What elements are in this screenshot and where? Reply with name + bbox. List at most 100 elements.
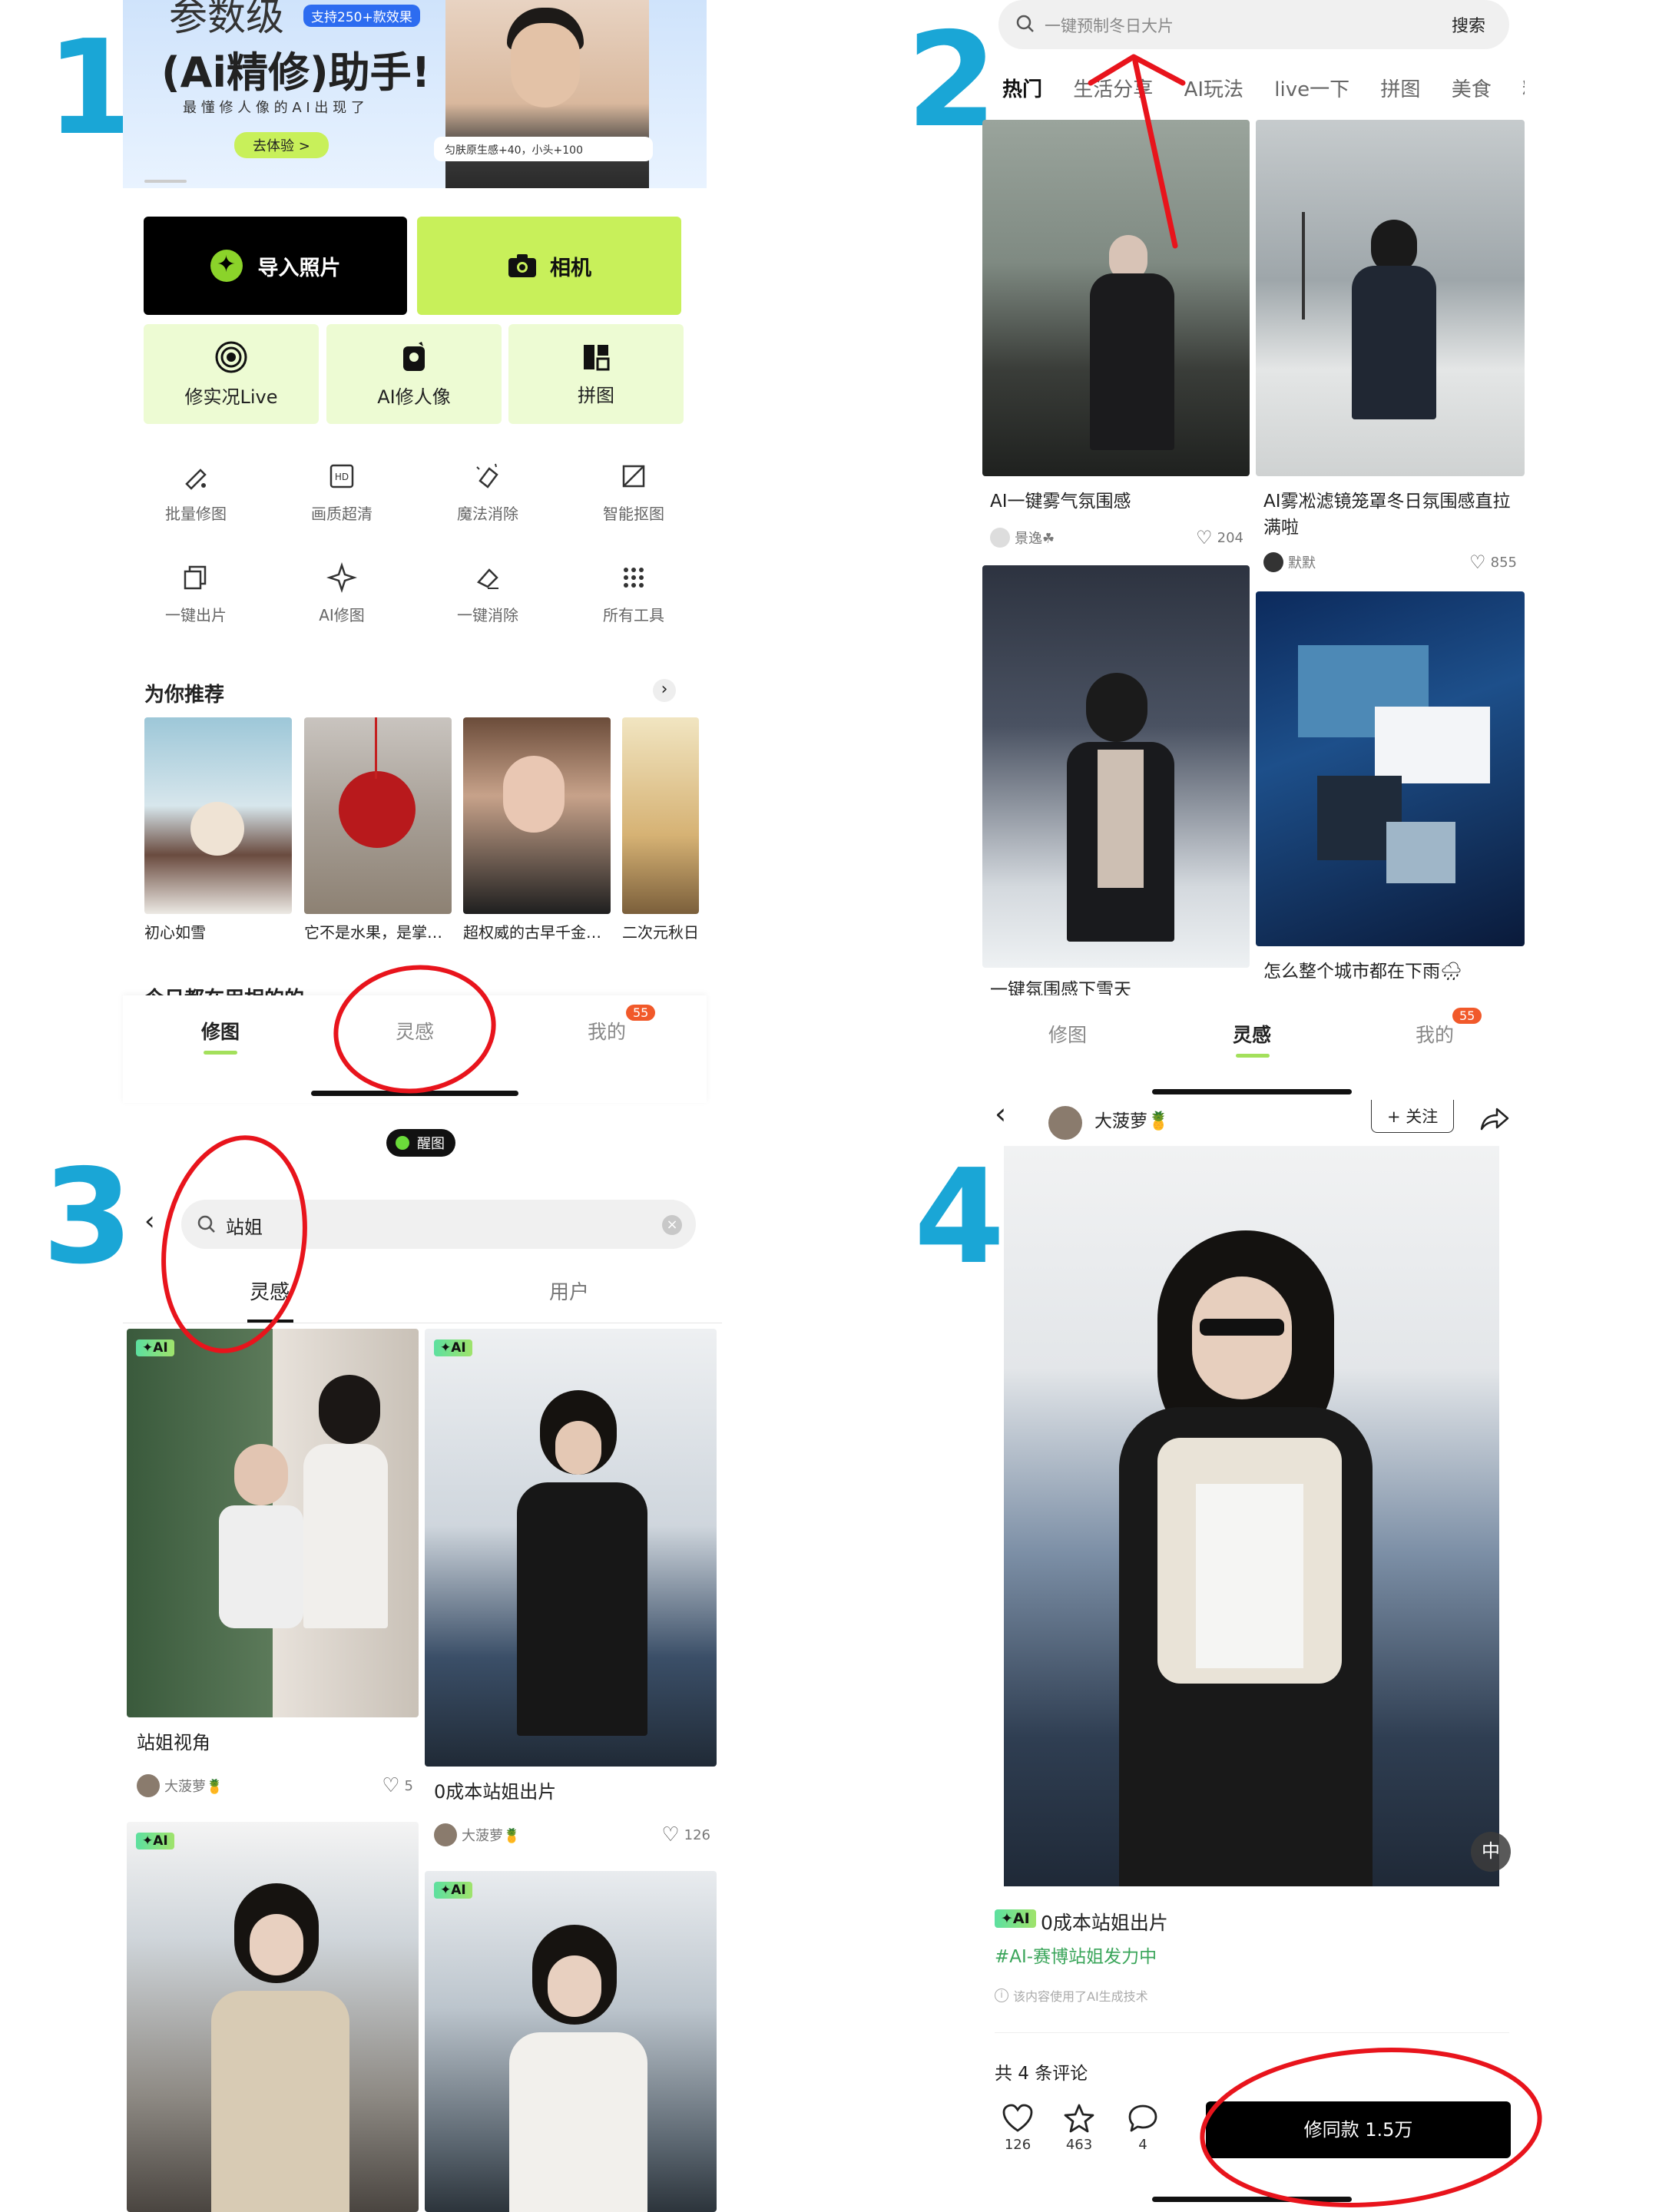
feed-card-title-3: 一键氛围感下雪天 [990,980,1131,995]
panel-inspiration: 一键预制冬日大片 搜索 热门 生活分享 AI玩法 live一下 拼图 美食 粉丝… [979,0,1548,1106]
banner-badge: 支持250+款效果 [303,5,420,27]
result-card-image-3[interactable]: ✦AI [127,1822,419,2212]
feed-card-image-3[interactable] [982,565,1250,968]
grid-icon [624,568,644,588]
search-submit-button[interactable]: 搜索 [1452,12,1485,37]
author-name[interactable]: 大菠萝🍍 [1094,1106,1170,1132]
comment-count: 4 [1138,2137,1147,2153]
tab-mine[interactable]: 我的 [588,1017,626,1045]
result-card-user-1: 大菠萝🍍 [164,1779,224,1795]
back-button[interactable]: ‹ [995,1097,1006,1131]
result-card-image-2[interactable]: ✦AI [425,1329,717,1767]
rec-image-3[interactable] [463,717,611,914]
ai-portrait-button[interactable]: AI修人像 [326,324,502,424]
heart-icon[interactable]: ♡ [382,1774,399,1797]
tool-cutout[interactable]: 智能抠图 [561,461,707,524]
ai-disclaimer: i 该内容使用了AI生成技术 [995,1986,1148,2005]
tool-one-click[interactable]: 一键出片 [123,562,269,625]
result-card-image-1[interactable]: ✦AI [127,1329,419,1717]
panel-home: 参数级 支持250+款效果 (Ai精修)助手! 最 懂 修 人 像 的 A I … [123,0,707,1106]
home-indicator [1152,2197,1352,2202]
tab-mine[interactable]: 我的 [1416,1020,1454,1048]
panel-post-detail: ‹ 大菠萝🍍 + 关注 中 ✦AI 0成本站姐出片 #AI-赛博站姐发力中 i … [987,1091,1555,2212]
favorite-count: 463 [1065,2137,1093,2153]
banner-title-line1: 参数级 [169,0,284,39]
tool-all-label: 所有工具 [603,606,664,624]
tab-ai-play[interactable]: AI玩法 [1184,78,1243,101]
sparkle-icon [326,562,357,593]
rec-label-4: 二次元秋日 [622,923,699,942]
back-button[interactable]: ‹ [144,1206,155,1237]
feed-card-title-1: AI一键雾气氛围感 [990,492,1131,512]
tab-edit[interactable]: 修图 [1048,1020,1087,1048]
post-image[interactable] [1004,1146,1499,1886]
plus-icon: ✦ [210,250,243,282]
like-count: 126 [1004,2137,1031,2153]
tab-inspiration-underline [1236,1054,1270,1058]
search-bar[interactable]: 一键预制冬日大片 搜索 [998,0,1509,49]
result-card-image-4[interactable]: ✦AI [425,1871,717,2212]
tab-live[interactable]: live一下 [1274,78,1349,101]
banner-cta-button[interactable]: 去体验 > [234,132,329,158]
live-edit-button[interactable]: 修实况Live [144,324,319,424]
comment-icon [1128,2104,1157,2132]
rec-image-4[interactable] [622,717,699,914]
recommend-more-button[interactable]: › [653,679,676,702]
collage-button[interactable]: 拼图 [508,324,684,424]
app-pill: 醒图 [386,1129,455,1157]
tab-users[interactable]: 用户 [549,1277,589,1305]
step-number-3: 3 [42,1141,134,1293]
post-hashtag[interactable]: #AI-赛博站姐发力中 [995,1942,1157,1968]
follow-button[interactable]: + 关注 [1371,1100,1455,1133]
feed-card-image-4[interactable] [1256,591,1525,946]
translate-button[interactable]: 中 [1471,1832,1511,1872]
tab-collage[interactable]: 拼图 [1380,78,1420,101]
tab-fans[interactable]: 粉丝 [1522,78,1525,101]
author-avatar[interactable] [1048,1106,1082,1140]
rec-image-1[interactable] [144,717,292,914]
tab-edit[interactable]: 修图 [201,1017,240,1045]
category-tabs: 热门 生活分享 AI玩法 live一下 拼图 美食 粉丝 [1002,74,1525,104]
panel-search-results: 醒图 ‹ 站姐 × 灵感 用户 ✦AI 站姐视角 大菠萝🍍 ♡ 5 ✦AI 0成… [123,1106,737,2212]
result-card-likes-2: 126 [684,1826,710,1843]
comment-button[interactable]: 4 [1124,2103,1162,2153]
tab-life[interactable]: 生活分享 [1073,78,1153,101]
import-photo-label: 导入照片 [257,256,341,280]
tab-inspiration[interactable]: 灵感 [396,1017,434,1045]
feed-card-image-2[interactable] [1256,120,1525,476]
share-icon[interactable] [1479,1106,1511,1132]
clear-icon[interactable]: × [662,1215,682,1235]
tool-batch-edit-label: 批量修图 [165,505,227,523]
feed-card-image-1[interactable] [982,120,1250,476]
like-button[interactable]: 126 [998,2103,1037,2153]
favorite-button[interactable]: 463 [1060,2103,1098,2153]
cutout-icon [622,465,645,488]
post-title: 0成本站姐出片 [1041,1912,1168,1934]
tool-magic-erase[interactable]: 魔法消除 [415,461,561,524]
bottom-nav: 修图 灵感 我的 55 [123,995,707,1103]
app-pill-dot [396,1136,409,1150]
apply-template-button[interactable]: 修同款 1.5万 [1206,2101,1511,2158]
camera-button[interactable]: 相机 [417,217,681,315]
search-input[interactable]: 站姐 × [181,1200,696,1249]
ai-disclaimer-text: 该内容使用了AI生成技术 [1013,1989,1148,2004]
tool-hd[interactable]: HD 画质超清 [269,461,415,524]
import-photo-button[interactable]: ✦ 导入照片 [144,217,407,315]
tab-inspiration[interactable]: 灵感 [250,1277,290,1305]
tab-inspiration[interactable]: 灵感 [1233,1020,1271,1048]
heart-icon[interactable]: ♡ [661,1823,679,1846]
tab-hot[interactable]: 热门 [1002,78,1042,101]
promo-banner[interactable]: 参数级 支持250+款效果 (Ai精修)助手! 最 懂 修 人 像 的 A I … [123,0,707,188]
tab-food[interactable]: 美食 [1452,78,1492,101]
rec-image-2[interactable] [304,717,452,914]
heart-icon[interactable]: ♡ [1469,551,1486,573]
brush-icon [185,469,207,490]
tool-all[interactable]: 所有工具 [561,562,707,625]
tool-one-click-label: 一键出片 [165,606,227,624]
tool-quick-erase[interactable]: 一键消除 [415,562,561,625]
comments-count[interactable]: 共 4 条评论 [995,2058,1088,2085]
tool-ai-edit[interactable]: AI修图 [269,562,415,625]
heart-icon[interactable]: ♡ [1196,527,1213,548]
tool-batch-edit[interactable]: 批量修图 [123,461,269,524]
avatar [990,528,1010,548]
